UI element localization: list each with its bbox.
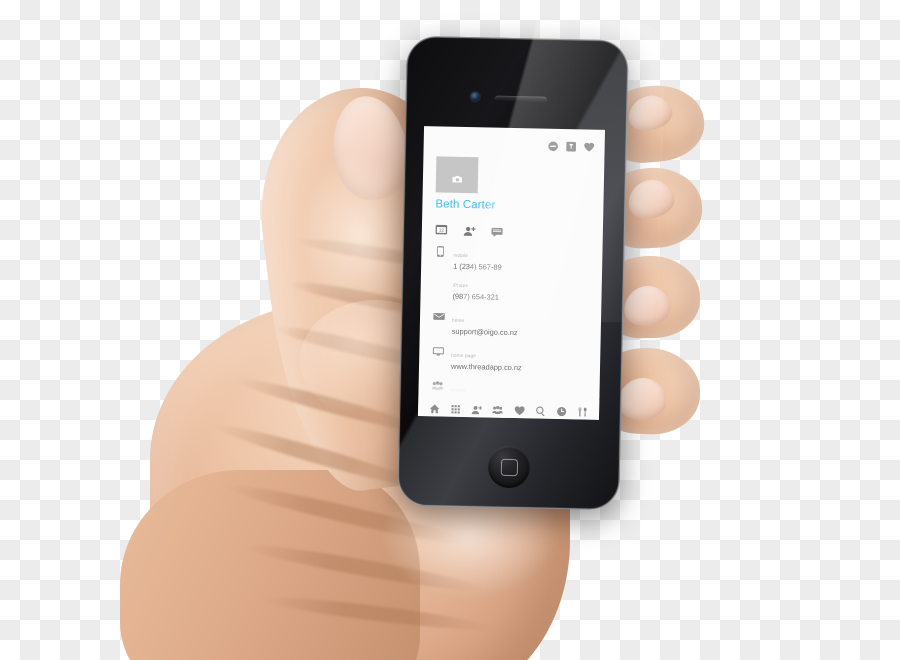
contact-card: Beth Carter 12 mobile 1 (234) 567-89 iPh…: [418, 152, 604, 420]
field-value: (987) 654-321: [452, 291, 500, 302]
add-contact-icon[interactable]: [463, 223, 476, 236]
phone-screen: Beth Carter 12 mobile 1 (234) 567-89 iPh…: [417, 126, 606, 420]
tab-bar: [417, 396, 600, 420]
tab-keypad[interactable]: [450, 401, 461, 414]
email-icon: [433, 310, 445, 322]
tab-favorites[interactable]: [514, 403, 525, 415]
speaker-grille-icon: [494, 95, 547, 103]
groups-icon: [431, 380, 444, 392]
field-row-phone[interactable]: mobile 1 (234) 567-89 iPhone (987) 654-3…: [433, 243, 590, 304]
field-row-email[interactable]: home support@oigo.co.nz: [433, 308, 590, 339]
message-icon[interactable]: [491, 224, 504, 237]
tab-search[interactable]: [535, 403, 546, 416]
tab-groups[interactable]: [492, 402, 504, 414]
quick-actions: 12: [435, 222, 603, 238]
contact-fields: mobile 1 (234) 567-89 iPhone (987) 654-3…: [431, 243, 603, 420]
field-label: home page: [451, 352, 477, 359]
tab-recents[interactable]: [556, 403, 567, 416]
camera-icon: [451, 170, 462, 183]
field-label: groups: [450, 387, 466, 394]
tab-more[interactable]: [577, 404, 588, 416]
field-value: www.threadapp.co.nz: [450, 361, 522, 373]
badge-icon[interactable]: [566, 139, 577, 152]
monitor-icon: [432, 345, 444, 357]
favorite-icon[interactable]: [584, 139, 595, 152]
contact-name: Beth Carter: [435, 198, 496, 212]
app-header: [424, 126, 606, 156]
calendar-icon[interactable]: 12: [435, 222, 448, 235]
field-value: support@oigo.co.nz: [451, 326, 518, 338]
phone-icon: [434, 245, 446, 257]
tab-home[interactable]: [429, 401, 440, 413]
block-icon[interactable]: [548, 138, 559, 151]
svg-text:12: 12: [439, 228, 445, 234]
field-row-homepage[interactable]: home page www.threadapp.co.nz: [432, 343, 589, 374]
field-label: home: [451, 317, 465, 323]
field-label: mobile: [453, 252, 469, 259]
smartphone: Beth Carter 12 mobile 1 (234) 567-89 iPh…: [387, 16, 665, 511]
scene-stage: Beth Carter 12 mobile 1 (234) 567-89 iPh…: [0, 0, 900, 660]
contact-avatar[interactable]: [435, 156, 479, 194]
field-label: iPhone: [452, 282, 469, 289]
home-square-icon: [500, 458, 518, 476]
tab-add-contact[interactable]: [471, 402, 483, 414]
